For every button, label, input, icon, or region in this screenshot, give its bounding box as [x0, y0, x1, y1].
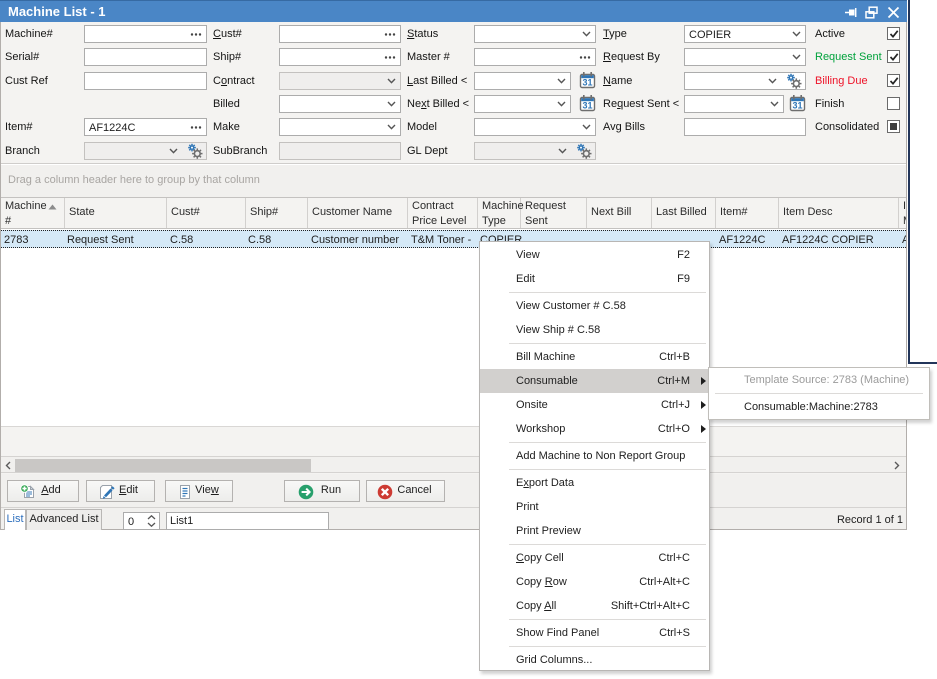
svg-text:31: 31 — [792, 101, 802, 111]
svg-text:31: 31 — [582, 101, 592, 111]
svg-text:31: 31 — [582, 78, 592, 88]
